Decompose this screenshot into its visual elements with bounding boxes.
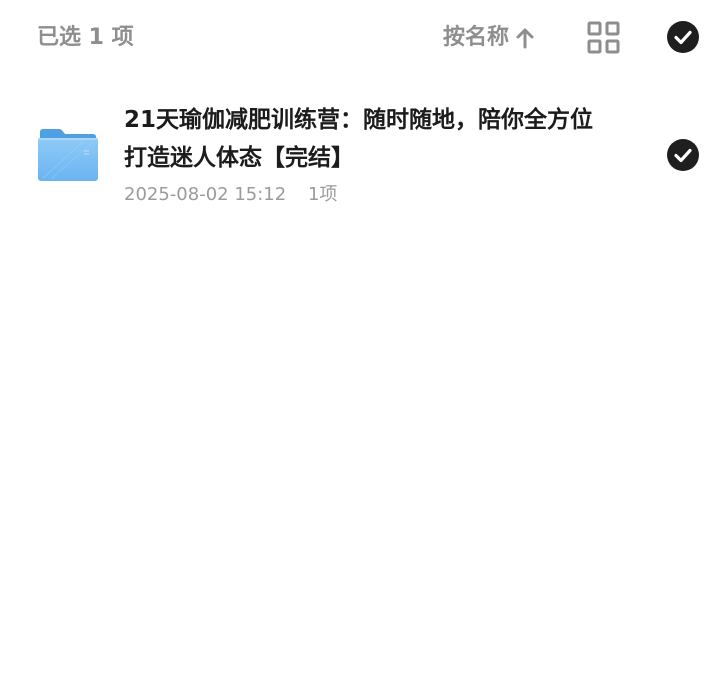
- grid-view-icon[interactable]: [587, 21, 620, 54]
- check-circle-icon[interactable]: [667, 139, 699, 171]
- selected-count-label: 已选 1 项: [37, 25, 134, 50]
- select-all-check-icon[interactable]: [667, 21, 699, 53]
- file-date: 2025-08-02 15:12: [124, 184, 287, 205]
- file-item-count: 1项: [307, 184, 338, 205]
- file-meta: 2025-08-02 15:12 1项: [124, 182, 337, 208]
- sort-label: 按名称: [443, 25, 510, 50]
- file-name: 21天瑜伽减肥训练营：随时随地，陪你全方位打造迷人体态【完结】: [124, 107, 594, 171]
- sort-by-name-button[interactable]: 按名称: [443, 23, 535, 53]
- folder-icon: [38, 129, 98, 181]
- file-list-item[interactable]: 21天瑜伽减肥训练营：随时随地，陪你全方位打造迷人体态【完结】 2025-08-…: [0, 95, 714, 220]
- arrow-up-icon: [516, 28, 534, 49]
